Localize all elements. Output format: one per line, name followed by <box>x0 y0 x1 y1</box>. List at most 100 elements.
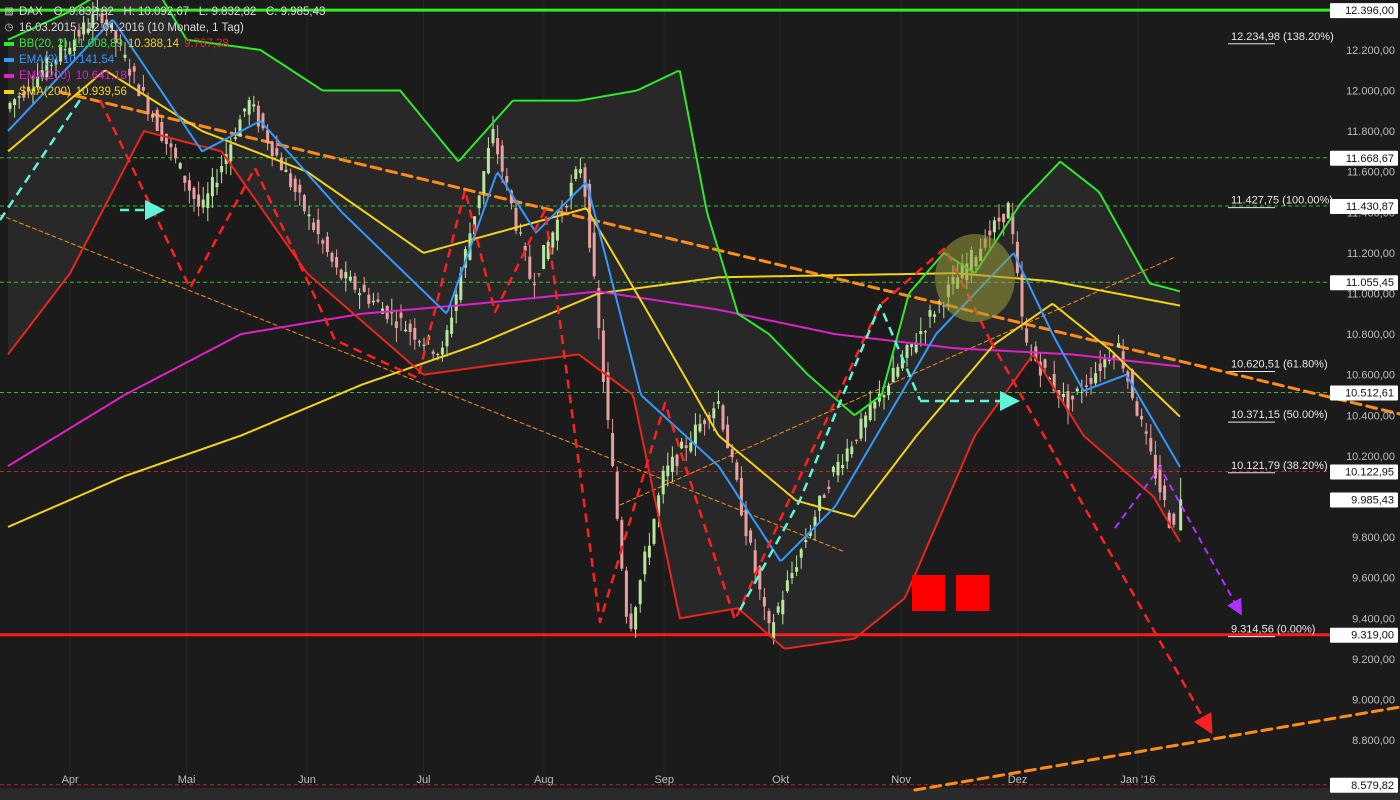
level-tag-label-0: 12.396,00 <box>1345 5 1394 17</box>
candle-body <box>620 520 624 569</box>
dax-chart[interactable]: 12.733,70 (161.80%)12.234,98 (138.20%)11… <box>0 0 1400 800</box>
candle-body <box>882 395 886 398</box>
candle-body <box>298 184 302 193</box>
candle-body <box>229 144 233 162</box>
legend-bb-row[interactable]: BB(20, 2) 11.008,89 10.388,14 9.767,38 <box>4 36 325 52</box>
candle-body <box>519 232 523 234</box>
level-tag-label-1: 11.668,67 <box>1346 153 1394 165</box>
symbol-name: DAX <box>19 6 43 18</box>
x-tick-label-1: Mai <box>178 774 196 786</box>
candle-body <box>335 256 339 268</box>
candle-body <box>174 147 178 159</box>
level-tag-label-6: 9.985,43 <box>1351 494 1394 506</box>
sma200-value: 10.939,56 <box>75 86 127 98</box>
candle-body <box>910 343 914 348</box>
candle-body <box>1061 393 1065 398</box>
candle-body <box>1140 415 1144 420</box>
candle-body <box>799 549 803 558</box>
candle-body <box>358 293 362 296</box>
candle-body <box>693 424 697 445</box>
fib-label-3: 10.620,51 (61.80%) <box>1231 359 1328 371</box>
y-tick-label-11: 10.800,00 <box>1346 329 1395 341</box>
candle-body <box>1020 274 1024 317</box>
candle-body <box>1094 373 1098 384</box>
y-tick-label-5: 12.000,00 <box>1346 86 1395 98</box>
candle-body <box>795 567 799 572</box>
candle-body <box>307 214 311 217</box>
candle-body <box>767 611 771 624</box>
candle-body <box>666 465 670 477</box>
legend-ema200-row[interactable]: EMA(200) 10.641,18 <box>4 68 325 84</box>
candle-body <box>1002 213 1006 223</box>
candle-body <box>781 599 785 615</box>
x-tick-label-8: Dez <box>1008 774 1028 786</box>
candle-body <box>680 441 684 449</box>
y-tick-label-14: 10.200,00 <box>1346 451 1395 463</box>
candle-body <box>312 222 316 231</box>
candle-body <box>928 310 932 317</box>
candle-body <box>390 312 394 314</box>
y-tick-label-21: 8.800,00 <box>1352 735 1395 747</box>
candle-body <box>537 273 541 275</box>
legend-ema9-row[interactable]: EMA(9) 10.141,54 <box>4 52 325 68</box>
candle-body <box>450 317 454 334</box>
candle-body <box>404 329 408 332</box>
clock-icon: ◷ <box>4 22 14 33</box>
candle-body <box>1098 363 1102 372</box>
candle-body <box>394 321 398 329</box>
legend-symbol-row: ▧ DAX O: 9.832,82 H: 10.092,67 L: 9.832,… <box>4 4 325 20</box>
candle-body <box>703 420 707 425</box>
candle-body <box>233 137 237 140</box>
candle-body <box>551 232 555 248</box>
candle-body <box>698 423 702 432</box>
candle-body <box>440 347 444 355</box>
candle-body <box>647 545 651 558</box>
candle-body <box>1117 343 1121 348</box>
date-range: 16.03.2015 - 12.01.2016 (10 Monate, 1 Ta… <box>19 22 244 34</box>
candle-body <box>1144 431 1148 434</box>
candle-body <box>413 327 417 340</box>
candle-body <box>275 148 279 156</box>
candle-body <box>1107 359 1111 362</box>
candle-body <box>477 195 481 209</box>
candle-body <box>1043 359 1047 368</box>
candle-body <box>638 580 642 605</box>
y-tick-label-10: 11.000,00 <box>1347 289 1395 301</box>
candle-body <box>270 141 274 156</box>
candle-body <box>905 345 909 358</box>
fib-label-5: 10.121,79 (38.20%) <box>1231 460 1328 472</box>
candle-body <box>316 219 320 235</box>
candle-body <box>348 276 352 281</box>
ema200-name: EMA(200) <box>19 70 71 82</box>
candle-body <box>353 276 357 290</box>
candle-body <box>252 104 256 107</box>
fib-label-2: 11.427,75 (100.00%) <box>1231 195 1333 207</box>
candle-body <box>762 597 766 607</box>
candle-body <box>542 245 546 269</box>
candle-body <box>532 283 536 286</box>
legend-sma200-row[interactable]: SMA(200) 10.939,56 <box>4 84 325 100</box>
sma200-name: SMA(200) <box>19 86 71 98</box>
candle-body <box>238 119 242 137</box>
candle-body <box>1163 485 1167 501</box>
ema200-value: 10.641,18 <box>75 70 127 82</box>
candle-body <box>670 456 674 473</box>
y-tick-label-13: 10.400,00 <box>1346 410 1395 422</box>
candle-body <box>785 580 789 592</box>
candle-body <box>215 182 219 188</box>
candle-body <box>896 367 900 377</box>
x-tick-label-9: Jan '16 <box>1120 774 1155 786</box>
candle-body <box>864 415 868 428</box>
bb-name: BB(20, 2) <box>19 38 68 50</box>
level-tag-label-4: 10.512,61 <box>1345 387 1394 399</box>
candle-body <box>289 173 293 187</box>
x-tick-label-6: Okt <box>772 774 789 786</box>
y-tick-label-9: 11.200,00 <box>1347 248 1395 260</box>
candle-body <box>634 607 638 630</box>
candle-body <box>431 351 435 354</box>
bb-swatch <box>4 42 14 46</box>
candle-body <box>210 177 214 197</box>
candle-body <box>454 294 458 311</box>
chart-legend: ▧ DAX O: 9.832,82 H: 10.092,67 L: 9.832,… <box>4 4 325 100</box>
candle-body <box>887 385 891 396</box>
